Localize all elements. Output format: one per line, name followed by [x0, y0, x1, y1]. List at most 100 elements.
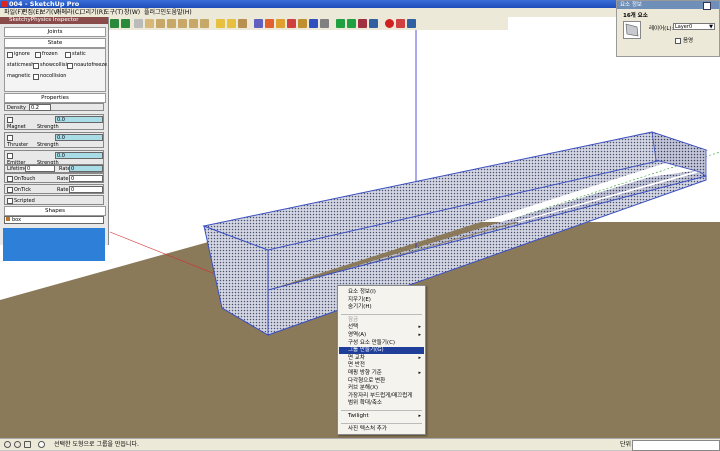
ontouch-row: OnTouch Rate 0	[4, 173, 104, 183]
play-icon[interactable]	[110, 19, 119, 28]
wand-icon[interactable]	[276, 19, 285, 28]
entity-info-title: 요소 정보	[620, 2, 642, 8]
spring-icon[interactable]	[265, 19, 274, 28]
frozen-checkbox[interactable]	[35, 52, 41, 58]
magnetic-checkbox[interactable]	[33, 74, 39, 80]
context-menu-item[interactable]: 요소 정보(I)	[339, 289, 424, 296]
density-field[interactable]: 0.2	[29, 104, 51, 111]
scripted-checkbox[interactable]	[7, 198, 13, 204]
ontouch-checkbox[interactable]	[7, 176, 13, 182]
camera-icon[interactable]	[134, 19, 143, 28]
menu-help[interactable]: 도움말(H)	[166, 8, 192, 17]
thruster-strength-field[interactable]: 0.0	[55, 134, 103, 141]
torus-icon[interactable]	[200, 19, 209, 28]
fixed-joint-icon[interactable]	[309, 19, 318, 28]
noautofreeze-label: noautofreeze	[74, 62, 108, 68]
properties-header[interactable]: Properties	[4, 93, 106, 103]
emitter-checkbox[interactable]	[7, 153, 13, 159]
magnet-checkbox[interactable]	[7, 117, 13, 123]
measurements-input[interactable]	[632, 440, 720, 451]
menu-file[interactable]: 파일(F)	[4, 8, 23, 17]
gyro-icon[interactable]	[347, 19, 356, 28]
scripted-row: Scripted	[4, 195, 104, 205]
magnet-row: Magnet Strength 0.0	[4, 114, 104, 130]
capsule-icon[interactable]	[189, 19, 198, 28]
menu-bar: 파일(F) 편집(E) 보기(V) 카메라(C) 그리기(R) 도구(T) 창(…	[0, 8, 720, 17]
context-menu-item[interactable]: 영역(A) ▸	[339, 332, 424, 339]
context-menu-item[interactable]: 숨기기(H)	[339, 304, 424, 311]
staticmesh-checkbox[interactable]	[33, 63, 39, 69]
submenu-arrow-icon: ▸	[418, 370, 421, 376]
context-menu-item[interactable]: 커브 분해(X)	[339, 385, 424, 392]
context-menu-item[interactable]: 가장자리 부드럽게/매끄럽게	[339, 393, 424, 400]
cone-icon[interactable]	[178, 19, 187, 28]
thruster-checkbox[interactable]	[7, 135, 13, 141]
cylinder-icon[interactable]	[167, 19, 176, 28]
emitter-strength-field[interactable]: 0.0	[55, 152, 103, 159]
magnet-strength-label: Strength	[37, 124, 59, 130]
corkscrew-icon[interactable]	[358, 19, 367, 28]
joints-header[interactable]: Joints	[4, 27, 106, 37]
lifetime-rate-field[interactable]: 0	[69, 165, 103, 172]
shapes-header[interactable]: Shapes	[4, 206, 106, 216]
servo-icon[interactable]	[227, 19, 236, 28]
thruster-row: Thruster Strength 0.0	[4, 132, 104, 148]
app-icon	[1, 1, 7, 7]
state-header[interactable]: State	[4, 38, 106, 48]
context-menu-item[interactable]: 구성 요소 만들기(C)	[339, 340, 424, 347]
shape-select[interactable]: box	[4, 216, 104, 224]
record-icon[interactable]	[385, 19, 394, 28]
geo-location-icon[interactable]	[4, 441, 11, 448]
wrench-icon[interactable]	[369, 19, 378, 28]
context-menu-item[interactable]: 지우기(E)	[339, 297, 424, 304]
context-menu-item[interactable]: 다각형으로 변환	[339, 378, 424, 385]
ontick-checkbox[interactable]	[7, 187, 13, 193]
menu-edit[interactable]: 편집(E)	[22, 8, 42, 17]
context-menu-item[interactable]: 면 교차 ▸	[339, 355, 424, 362]
context-menu-item[interactable]: 선택 ▸	[339, 324, 424, 331]
layer-select[interactable]: Layer0 ▼	[673, 23, 715, 30]
static-checkbox[interactable]	[65, 52, 71, 58]
layer-label: 레이어(L):	[649, 26, 674, 32]
scripted-label: Scripted	[14, 198, 35, 204]
pen-icon[interactable]	[287, 19, 296, 28]
context-menu-item[interactable]: 매핑 방향 기준 ▸	[339, 370, 424, 377]
menu-draw[interactable]: 그리기(R)	[80, 8, 105, 17]
menu-tools[interactable]: 도구(T)	[104, 8, 123, 17]
ignore-checkbox[interactable]	[7, 52, 13, 58]
inspector-title-bar[interactable]: SketchyPhysics Inspector	[0, 17, 108, 24]
sphere-green-icon[interactable]	[336, 19, 345, 28]
box-icon[interactable]	[145, 19, 154, 28]
stop-icon[interactable]	[396, 19, 405, 28]
sphere-icon[interactable]	[156, 19, 165, 28]
lifetime-field[interactable]: 0	[25, 165, 55, 172]
density-row: Density 0.2	[4, 103, 104, 111]
context-menu-item[interactable]: 사진 텍스처 추가	[339, 426, 424, 433]
magnet-strength-field[interactable]: 0.0	[55, 116, 103, 123]
credits-icon[interactable]	[14, 441, 21, 448]
showcollision-checkbox[interactable]	[67, 63, 73, 69]
context-menu-item[interactable]: 범위 확대/축소	[339, 400, 424, 407]
slider-joint-icon[interactable]	[254, 19, 263, 28]
chevron-down-icon: ▼	[709, 24, 713, 30]
context-menu-item[interactable]: 면 반전	[339, 362, 424, 369]
gear-icon[interactable]	[320, 19, 329, 28]
menu-camera[interactable]: 카메라(C)	[56, 8, 81, 17]
magnet-icon[interactable]	[298, 19, 307, 28]
piston-icon[interactable]	[238, 19, 247, 28]
menu-separator	[341, 410, 422, 411]
reset-icon[interactable]	[121, 19, 130, 28]
menu-window[interactable]: 창(W)	[124, 8, 140, 17]
soften-checkbox[interactable]	[675, 38, 681, 44]
ontick-rate-field[interactable]: 0	[69, 186, 103, 193]
signin-icon[interactable]	[24, 441, 31, 448]
hinge-icon[interactable]	[216, 19, 225, 28]
ontouch-rate-field[interactable]: 0	[69, 175, 103, 182]
close-icon[interactable]	[703, 2, 711, 10]
context-menu-item[interactable]: Twilight ▸	[339, 413, 424, 420]
help-icon[interactable]	[407, 19, 416, 28]
context-menu-item[interactable]: 그룹 만들기(G)	[339, 347, 424, 355]
ontouch-rate-label: Rate	[57, 176, 69, 182]
help-circle-icon[interactable]	[38, 441, 45, 448]
menu-plugins[interactable]: 플러그인	[144, 8, 166, 17]
